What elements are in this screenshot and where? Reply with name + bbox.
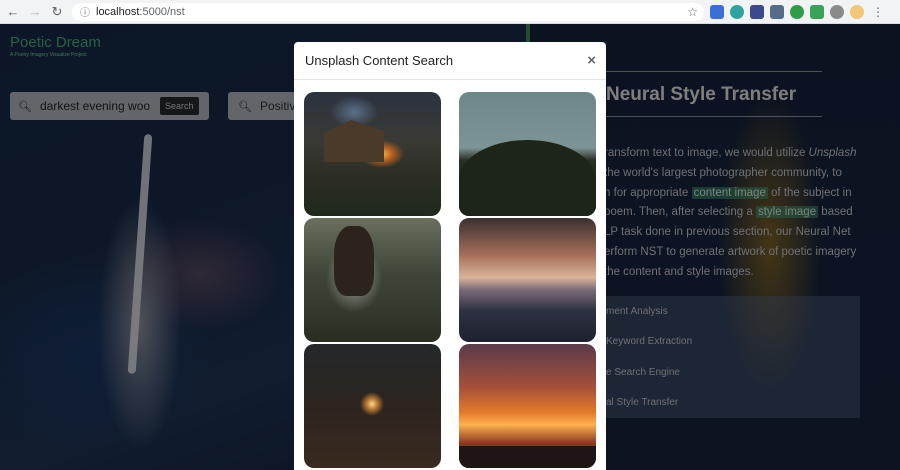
reload-icon[interactable]: ↻	[48, 3, 66, 21]
menu-kebab-icon[interactable]: ⋮	[872, 5, 884, 19]
sparkler-image[interactable]	[304, 344, 441, 468]
back-icon[interactable]: ←	[4, 3, 22, 21]
translate-extension-icon[interactable]	[710, 4, 724, 19]
modal-header: Unsplash Content Search ×	[294, 42, 606, 80]
download-extension-icon[interactable]	[810, 4, 824, 19]
hill-shape	[459, 140, 596, 216]
info-icon[interactable]: ⓘ	[80, 4, 90, 19]
ground-shape	[459, 446, 596, 468]
graduation-extension-icon[interactable]	[750, 4, 764, 19]
close-icon[interactable]: ×	[587, 52, 596, 69]
evernote-extension-icon[interactable]	[790, 4, 804, 19]
woman-forest-image[interactable]	[304, 218, 441, 342]
cabin-campfire-image[interactable]	[304, 92, 441, 216]
cabin-shape	[324, 120, 384, 162]
modal-title: Unsplash Content Search	[305, 53, 454, 68]
hair-shape	[334, 226, 374, 296]
bookmark-star-icon[interactable]: ☆	[687, 5, 698, 19]
clock-extension-icon[interactable]	[830, 4, 844, 19]
address-bar[interactable]: ⓘ localhost:5000/nst ☆	[72, 2, 704, 21]
orange-sunset-image[interactable]	[459, 344, 596, 468]
url-host: localhost	[96, 5, 140, 18]
browser-toolbar: ← → ↻ ⓘ localhost:5000/nst ☆ ⋮	[0, 0, 900, 24]
forest-hill-image[interactable]	[459, 92, 596, 216]
cloud-sunset-image[interactable]	[459, 218, 596, 342]
unsplash-search-modal: Unsplash Content Search ×	[294, 42, 606, 470]
url-path: :5000/nst	[139, 5, 185, 18]
forward-icon[interactable]: →	[26, 3, 44, 21]
teal-extension-icon[interactable]	[730, 4, 744, 19]
eyedropper-extension-icon[interactable]	[770, 4, 784, 19]
profile-avatar-icon[interactable]	[850, 4, 864, 19]
